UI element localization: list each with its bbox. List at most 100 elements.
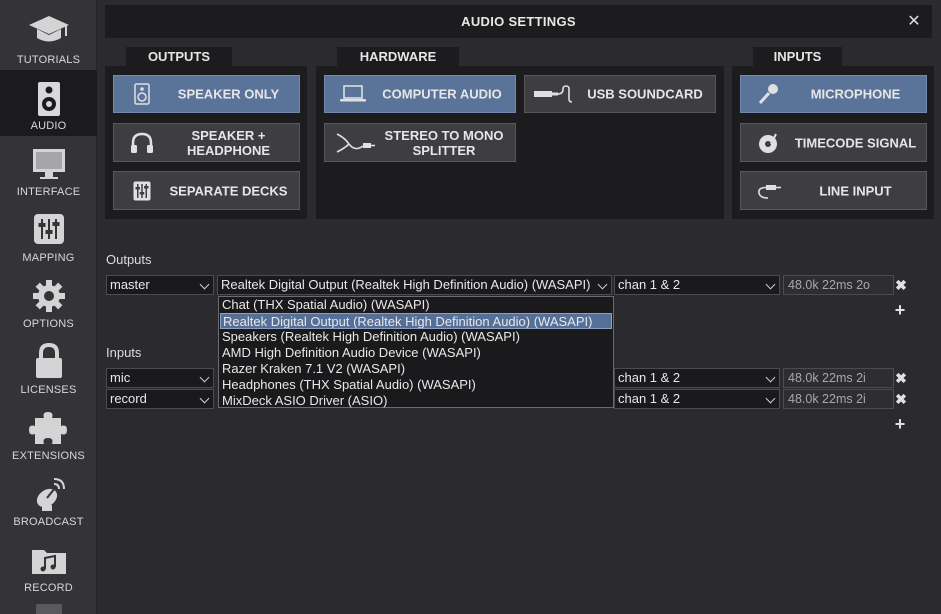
timecode-signal-button[interactable]: TIMECODE SIGNAL: [740, 123, 927, 162]
dropdown-option[interactable]: Headphones (THX Spatial Audio) (WASAPI): [220, 377, 612, 393]
button-label: SPEAKER + HEADPHONE: [186, 127, 271, 158]
select-value: record: [110, 391, 147, 406]
output-device-select[interactable]: Realtek Digital Output (Realtek High Def…: [217, 275, 612, 295]
select-value: chan 1 & 2: [618, 370, 681, 385]
sidebar-item-label: BROADCAST: [13, 516, 84, 528]
remove-output-icon[interactable]: ✖: [895, 278, 907, 292]
chevron-down-icon: [765, 372, 776, 383]
dropdown-option[interactable]: AMD High Definition Audio Device (WASAPI…: [220, 345, 612, 361]
input-role-select[interactable]: mic: [106, 368, 214, 388]
microphone-button[interactable]: MICROPHONE: [740, 75, 927, 113]
graduation-cap-icon: [29, 16, 69, 42]
sliders-icon: [34, 214, 64, 244]
button-label: LINE INPUT: [819, 183, 892, 198]
sidebar-item-audio[interactable]: AUDIO: [0, 70, 97, 136]
dropdown-option[interactable]: Speakers (Realtek High Definition Audio)…: [220, 329, 612, 345]
sidebar-item-record[interactable]: RECORD: [0, 532, 97, 598]
button-label: MICROPHONE: [810, 86, 901, 102]
separate-decks-button[interactable]: SEPARATE DECKS: [113, 171, 300, 210]
remove-input-icon[interactable]: ✖: [895, 392, 907, 406]
sidebar-item-options[interactable]: OPTIONS: [0, 268, 97, 334]
output-format-info: 48.0k 22ms 2o: [783, 275, 894, 295]
select-value: master: [110, 277, 150, 292]
dropdown-option[interactable]: Razer Kraken 7.1 V2 (WASAPI): [220, 361, 612, 377]
device-dropdown-list: Chat (THX Spatial Audio) (WASAPI) Realte…: [218, 296, 614, 408]
dropdown-option-selected[interactable]: Realtek Digital Output (Realtek High Def…: [220, 313, 612, 329]
line-input-button[interactable]: LINE INPUT: [740, 171, 927, 210]
sidebar-item-tutorials[interactable]: TUTORIALS: [0, 0, 97, 66]
input-role-select[interactable]: record: [106, 389, 214, 409]
window-title: AUDIO SETTINGS: [461, 14, 576, 29]
sidebar-next-item-stub[interactable]: [36, 604, 62, 614]
usb-soundcard-button[interactable]: USB SOUNDCARD: [524, 75, 716, 113]
music-folder-icon: [32, 550, 66, 574]
button-label: TIMECODE SIGNAL: [794, 135, 917, 150]
input-format-info: 48.0k 22ms 2i: [783, 368, 894, 388]
tab-outputs: OUTPUTS: [126, 47, 232, 66]
sidebar-item-label: RECORD: [24, 582, 73, 594]
speaker-only-button[interactable]: SPEAKER ONLY: [113, 75, 300, 113]
sidebar-item-label: LICENSES: [20, 384, 77, 396]
sidebar-item-licenses[interactable]: LICENSES: [0, 334, 97, 400]
button-label: USB SOUNDCARD: [587, 86, 703, 102]
computer-audio-button[interactable]: COMPUTER AUDIO: [324, 75, 516, 113]
sidebar-item-label: INTERFACE: [16, 186, 81, 198]
splitter-cable-icon: [335, 131, 375, 155]
tab-hardware: HARDWARE: [337, 47, 459, 66]
usb-cable-icon: [533, 82, 575, 106]
output-role-select[interactable]: master: [106, 275, 214, 295]
rca-cable-icon: [755, 179, 783, 203]
outputs-panel: SPEAKER ONLY SPEAKER + HEADPHONE SEPARAT…: [105, 66, 307, 219]
headphone-icon: [128, 131, 156, 155]
sidebar-item-label: MAPPING: [22, 252, 75, 264]
speaker-headphone-button[interactable]: SPEAKER + HEADPHONE: [113, 123, 300, 162]
button-label: SEPARATE DECKS: [169, 183, 288, 198]
lock-icon: [36, 342, 62, 378]
turntable-icon: [755, 131, 783, 155]
satellite-dish-icon: [36, 478, 65, 511]
outputs-section-label: Outputs: [106, 252, 152, 267]
stereo-to-mono-splitter-button[interactable]: STEREO TO MONO SPLITTER: [324, 123, 516, 162]
output-channel-select[interactable]: chan 1 & 2: [614, 275, 780, 295]
speaker-icon: [38, 82, 60, 116]
select-value: mic: [110, 370, 131, 385]
chevron-down-icon: [199, 372, 210, 383]
input-channel-select[interactable]: chan 1 & 2: [614, 389, 780, 409]
sidebar-item-label: EXTENSIONS: [12, 450, 85, 462]
select-value: chan 1 & 2: [618, 391, 681, 406]
input-format-info: 48.0k 22ms 2i: [783, 389, 894, 409]
title-bar: AUDIO SETTINGS ✕: [105, 5, 932, 38]
sidebar-item-broadcast[interactable]: BROADCAST: [0, 466, 97, 532]
audio-settings-window: AUDIO SETTINGS ✕ OUTPUTS SPEAKER ONLY SP…: [97, 0, 941, 614]
gear-icon: [33, 280, 65, 312]
select-value: chan 1 & 2: [618, 277, 681, 292]
microphone-icon: [755, 82, 783, 106]
input-channel-select[interactable]: chan 1 & 2: [614, 368, 780, 388]
add-output-button[interactable]: +: [893, 301, 907, 319]
laptop-icon: [339, 82, 367, 106]
chevron-down-icon: [199, 393, 210, 404]
close-icon[interactable]: ✕: [906, 11, 922, 31]
remove-input-icon[interactable]: ✖: [895, 371, 907, 385]
sidebar-item-label: TUTORIALS: [16, 54, 81, 66]
select-value: Realtek Digital Output (Realtek High Def…: [221, 277, 591, 292]
mixer-icon: [128, 179, 156, 203]
button-label: SPEAKER ONLY: [177, 86, 280, 102]
chevron-down-icon: [597, 279, 608, 290]
chevron-down-icon: [199, 279, 210, 290]
sidebar-item-mapping[interactable]: MAPPING: [0, 202, 97, 268]
button-label: STEREO TO MONO SPLITTER: [384, 127, 504, 158]
sidebar-item-extensions[interactable]: EXTENSIONS: [0, 400, 97, 466]
inputs-panel: MICROPHONE TIMECODE SIGNAL LINE INPUT: [732, 66, 934, 219]
add-input-button[interactable]: +: [893, 415, 907, 433]
chevron-down-icon: [765, 393, 776, 404]
sidebar-item-label: OPTIONS: [23, 318, 74, 330]
hardware-panel: COMPUTER AUDIO USB SOUNDCARD STEREO TO M…: [316, 66, 724, 219]
sidebar-item-label: AUDIO: [30, 120, 67, 132]
dropdown-option[interactable]: Chat (THX Spatial Audio) (WASAPI): [220, 297, 612, 313]
dropdown-option[interactable]: MixDeck ASIO Driver (ASIO): [220, 393, 612, 409]
inputs-section-label: Inputs: [106, 345, 142, 360]
monitor-icon: [33, 149, 65, 179]
sidebar: TUTORIALS AUDIO INTERFACE MAPPING OPTION…: [0, 0, 97, 614]
sidebar-item-interface[interactable]: INTERFACE: [0, 136, 97, 202]
